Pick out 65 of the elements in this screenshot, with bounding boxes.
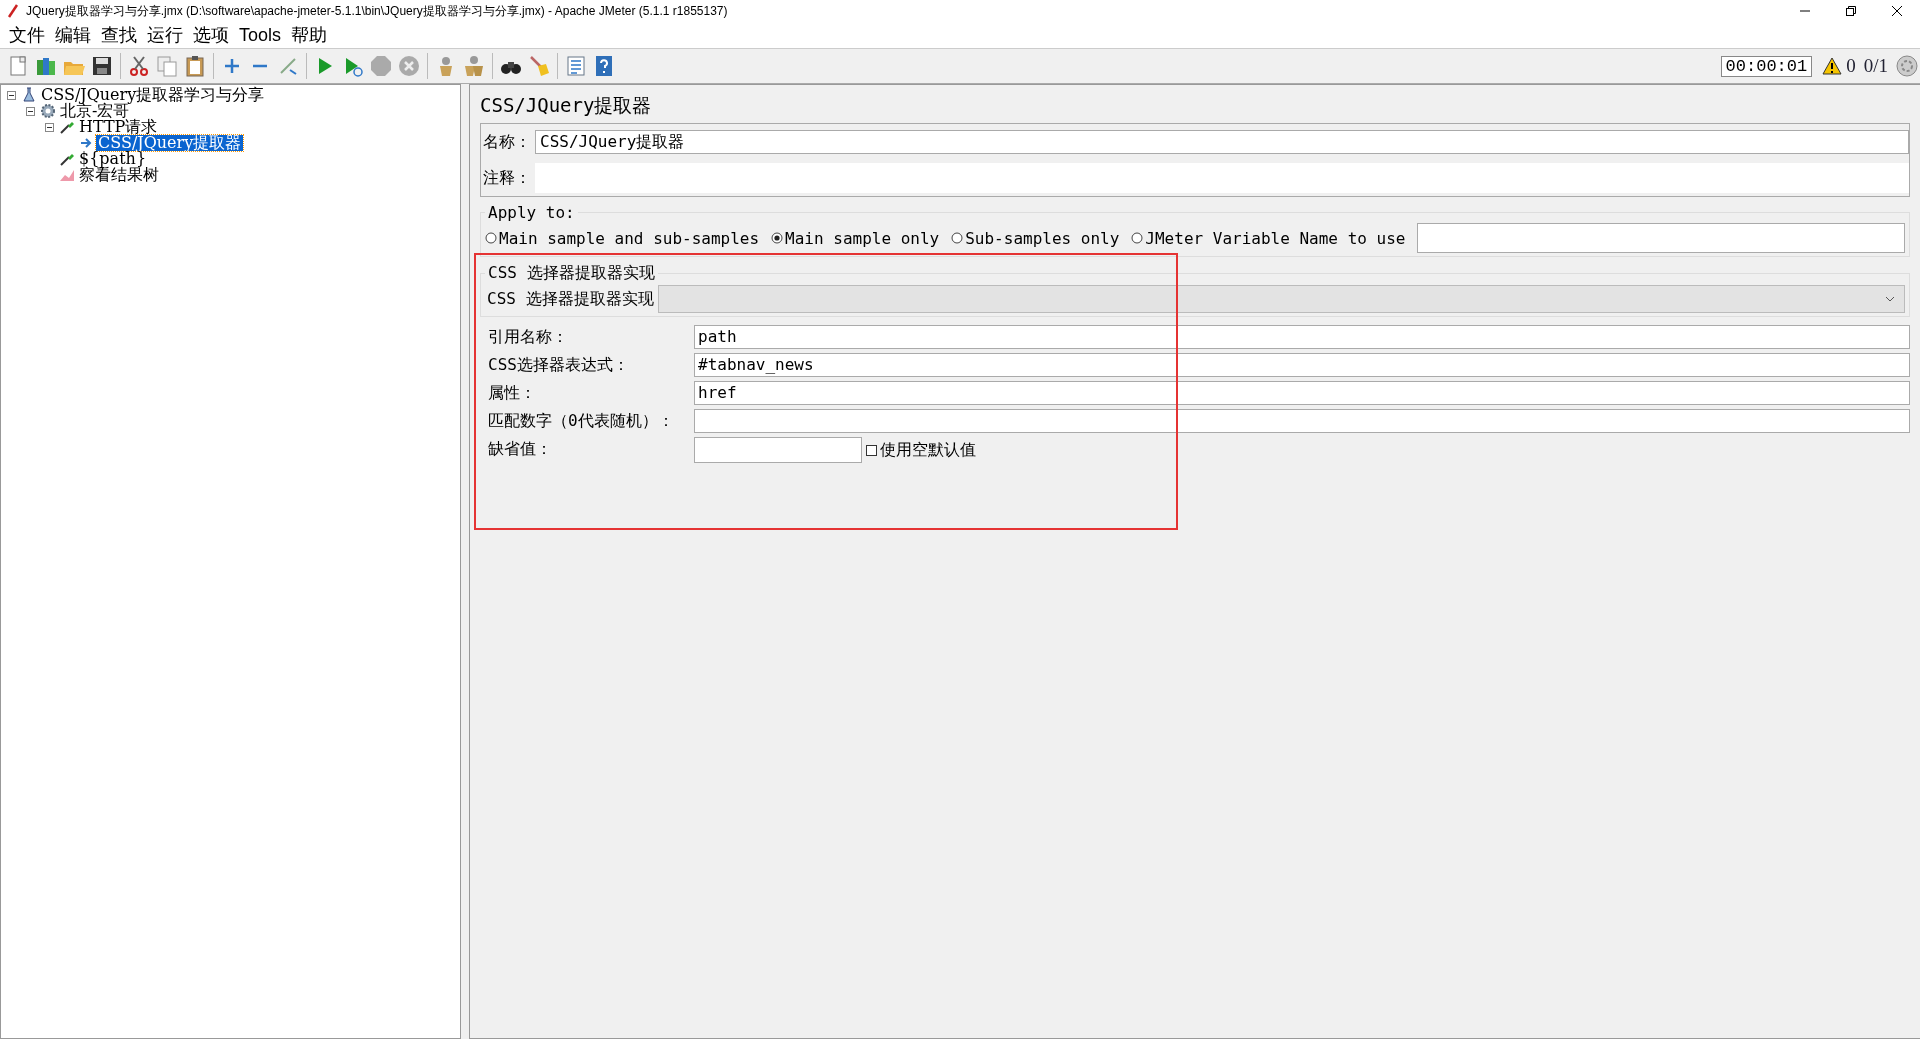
variable-name-field[interactable] — [1417, 223, 1905, 253]
radio-option[interactable]: Main sample only — [771, 228, 940, 248]
clipboard-icon[interactable] — [183, 54, 207, 78]
radio-icon[interactable] — [771, 232, 784, 244]
remote-status-icon — [1896, 55, 1918, 77]
thread-count: 0/1 — [1863, 55, 1888, 77]
radio-icon[interactable] — [1131, 232, 1144, 244]
collapse-toggle-icon[interactable] — [45, 122, 54, 132]
window-title: JQuery提取器学习与分享.jmx (D:\software\apache-jmeter-5.1.1\bin\JQuery提取器学习与分享.jmx) - Apache JMeter (5.1.1 r1855137) — [26, 2, 729, 20]
menu-item[interactable]: Tools — [234, 24, 287, 46]
list-icon[interactable] — [564, 54, 588, 78]
tree-item[interactable]: ${path} — [77, 151, 149, 167]
tree-item[interactable]: HTTP请求 — [77, 119, 160, 135]
input-field[interactable] — [694, 409, 1910, 433]
menu-item[interactable]: 编辑 — [50, 23, 96, 47]
save-icon[interactable] — [90, 54, 114, 78]
group-title: CSS 选择器提取器实现 — [487, 263, 656, 284]
tree-item[interactable]: CSS/JQuery提取器学习与分享 — [39, 87, 267, 103]
radio-icon[interactable] — [485, 232, 497, 244]
tree-item[interactable]: 察看结果树 — [77, 167, 161, 183]
group-title: Apply to: — [487, 203, 576, 222]
tree-item[interactable]: CSS/JQuery提取器 — [96, 135, 244, 151]
radio-option[interactable]: JMeter Variable Name to use — [1131, 228, 1406, 248]
warning-icon[interactable] — [1822, 57, 1843, 75]
radio-icon[interactable] — [951, 232, 964, 244]
field-label: 引用名称： — [488, 325, 569, 348]
feather-icon — [6, 4, 20, 18]
collapse-toggle-icon[interactable] — [7, 90, 16, 100]
menu-item[interactable]: 文件 — [4, 23, 50, 47]
close-icon[interactable] — [1891, 5, 1903, 17]
menu-item[interactable]: 运行 — [142, 23, 188, 47]
pipette-icon — [59, 151, 75, 167]
tree-item[interactable]: 北京-宏哥 — [58, 103, 132, 119]
warning-count: 0 — [1846, 55, 1856, 77]
input-field[interactable]: #tabnav_news — [694, 353, 1910, 377]
default-value-field[interactable] — [694, 437, 862, 463]
menu-item[interactable]: 查找 — [96, 23, 142, 47]
input-field[interactable]: path — [694, 325, 1910, 349]
field-label: CSS选择器表达式： — [488, 353, 630, 376]
field-label: 缺省值： — [488, 437, 553, 460]
scissors-icon[interactable] — [127, 54, 151, 78]
panel-title: CSS/JQuery提取器 — [480, 93, 652, 118]
shutdown-icon[interactable] — [397, 54, 421, 78]
field-label: 注释： — [482, 167, 531, 189]
radio-option[interactable]: Main sample and sub-samples — [485, 228, 760, 248]
field-label: 属性： — [488, 381, 537, 404]
field-label: 匹配数字（0代表随机）： — [488, 409, 675, 432]
comment-field[interactable] — [535, 163, 1909, 193]
collapse-toggle-icon[interactable] — [26, 106, 35, 116]
field-label: CSS 选择器提取器实现 — [486, 288, 654, 310]
stop-icon[interactable] — [369, 54, 393, 78]
input-field[interactable]: href — [694, 381, 1910, 405]
checkbox[interactable] — [866, 444, 877, 456]
name-field[interactable]: CSS/JQuery提取器 — [535, 130, 1909, 154]
checkbox-label: 使用空默认值 — [880, 439, 976, 461]
field-label: 名称： — [482, 131, 531, 153]
broom-icon[interactable] — [527, 54, 551, 78]
gear-icon — [40, 103, 56, 119]
menu-item[interactable]: 帮助 — [286, 23, 333, 47]
flask-icon — [21, 87, 37, 103]
elapsed-time: 00:00:01 — [1720, 55, 1813, 77]
menu-item[interactable]: 选项 — [188, 23, 234, 47]
restore-icon[interactable] — [1845, 5, 1857, 17]
pipette-icon — [59, 119, 75, 135]
radio-option[interactable]: Sub-samples only — [951, 228, 1120, 248]
